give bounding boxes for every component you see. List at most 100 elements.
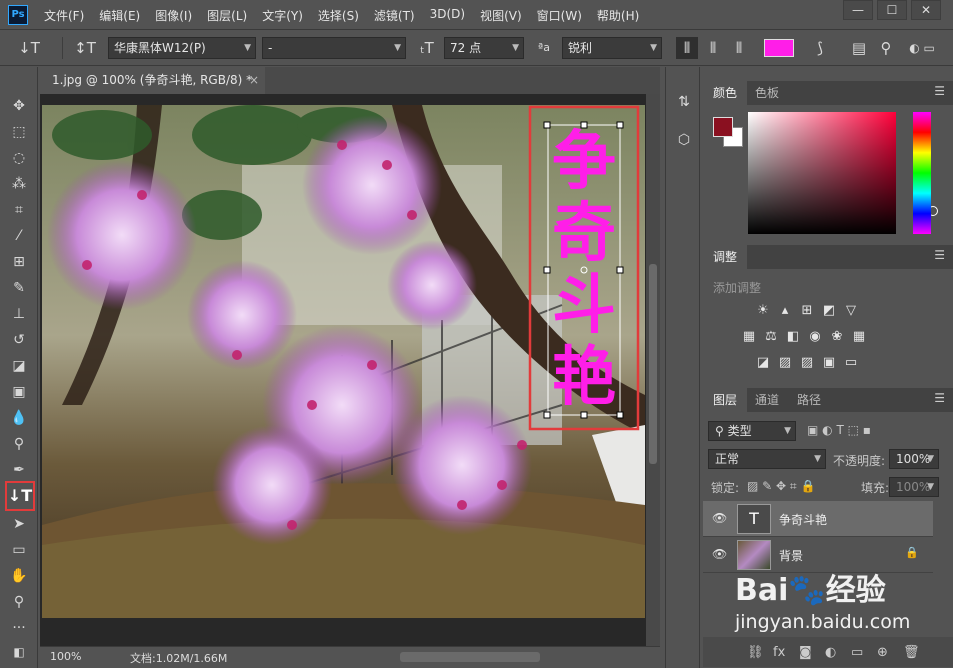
history-brush-tool-icon[interactable]: ↺ — [7, 329, 31, 351]
blend-mode-select[interactable]: 正常 ▼ — [708, 449, 826, 469]
link-icon[interactable]: ⛓ — [747, 645, 764, 660]
trash-icon[interactable]: 🗑 — [903, 645, 920, 660]
fill-input[interactable]: 100% ▼ — [889, 477, 939, 497]
menu-edit[interactable]: 编辑(E) — [99, 7, 140, 24]
antialias-select[interactable]: 锐利 ▼ — [562, 37, 662, 59]
character-panel-icon[interactable]: ▤ — [848, 37, 870, 59]
levels-icon[interactable]: ▴ — [777, 303, 793, 319]
photo-filter-icon[interactable]: ◉ — [807, 329, 823, 345]
close-window-button[interactable]: ✕ — [911, 0, 941, 20]
eye-icon[interactable]: 👁 — [712, 547, 727, 561]
workspace-icon[interactable]: ◐ ▭ — [898, 37, 946, 59]
pen-tool-icon[interactable]: ✒ — [7, 459, 31, 481]
close-tab-icon[interactable]: × — [249, 67, 259, 93]
curves-icon[interactable]: ⊞ — [799, 303, 815, 319]
align-left-icon[interactable]: ⦀ — [676, 37, 698, 59]
menu-3d[interactable]: 3D(D) — [430, 7, 465, 24]
zoom-level[interactable]: 100% — [50, 650, 81, 663]
text-orientation-icon[interactable]: ↕T — [72, 37, 98, 59]
panel-menu-icon[interactable]: ☰ — [934, 248, 945, 262]
text-color-swatch[interactable] — [764, 39, 794, 57]
menu-layer[interactable]: 图层(L) — [207, 7, 247, 24]
tab-channels[interactable]: 通道 — [745, 388, 789, 412]
hsl-icon[interactable]: ▦ — [741, 329, 757, 345]
blur-tool-icon[interactable]: 💧 — [7, 407, 31, 429]
horizontal-scrollbar[interactable] — [400, 652, 540, 662]
vertical-type-tool-icon[interactable]: ↓T — [5, 481, 35, 511]
marquee-tool-icon[interactable]: ⬚ — [7, 121, 31, 143]
channel-mixer-icon[interactable]: ❀ — [829, 329, 845, 345]
search-icon[interactable]: ⚲ — [876, 37, 896, 59]
vertical-scrollbar[interactable] — [646, 94, 660, 646]
eyedropper-tool-icon[interactable]: ⁄ — [7, 225, 31, 247]
brush-tool-icon[interactable]: ✎ — [7, 277, 31, 299]
menu-filter[interactable]: 滤镜(T) — [374, 7, 415, 24]
move-tool-icon[interactable]: ✥ — [7, 95, 31, 117]
invert-icon[interactable]: ◪ — [755, 355, 771, 371]
hue-slider[interactable] — [913, 112, 931, 234]
align-right-icon[interactable]: ⦀ — [728, 37, 750, 59]
opacity-input[interactable]: 100% ▼ — [889, 449, 939, 469]
menu-view[interactable]: 视图(V) — [480, 7, 522, 24]
filter-icons[interactable]: ▣ ◐ T ⬚ ▪ — [807, 423, 871, 437]
tool-preset-icon[interactable]: ↓T — [14, 37, 44, 59]
canvas-image[interactable]: 争奇斗艳 — [42, 105, 645, 618]
adjustment-layer-icon[interactable]: ◐ — [825, 645, 836, 660]
tab-adjustments[interactable]: 调整 — [703, 245, 748, 269]
minimize-button[interactable]: — — [843, 0, 873, 20]
healing-brush-tool-icon[interactable]: ⊞ — [7, 251, 31, 273]
font-size-select[interactable]: 72 点 ▼ — [444, 37, 524, 59]
dodge-tool-icon[interactable]: ⚲ — [7, 433, 31, 455]
brightness-icon[interactable]: ☀ — [755, 303, 771, 319]
align-center-icon[interactable]: ⦀ — [702, 37, 724, 59]
rectangle-tool-icon[interactable]: ▭ — [7, 539, 31, 561]
tab-color[interactable]: 颜色 — [703, 81, 748, 105]
fx-icon[interactable]: fx — [773, 645, 785, 660]
color-balance-icon[interactable]: ⚖ — [763, 329, 779, 345]
menu-file[interactable]: 文件(F) — [44, 7, 84, 24]
tab-layers[interactable]: 图层 — [703, 388, 748, 412]
gradient-tool-icon[interactable]: ▣ — [7, 381, 31, 403]
layer-name[interactable]: 争奇斗艳 — [779, 511, 827, 528]
color-swatches-icon[interactable]: ◧ — [7, 641, 31, 663]
gradient-map-icon[interactable]: ▣ — [821, 355, 837, 371]
threshold-icon[interactable]: ▨ — [799, 355, 815, 371]
layer-name[interactable]: 背景 — [779, 547, 803, 564]
tab-swatches[interactable]: 色板 — [745, 81, 789, 105]
selective-color-icon[interactable]: ▭ — [843, 355, 859, 371]
posterize-icon[interactable]: ▨ — [777, 355, 793, 371]
path-select-tool-icon[interactable]: ➤ — [7, 513, 31, 535]
eye-icon[interactable]: 👁 — [712, 511, 727, 525]
lasso-tool-icon[interactable]: ◌ — [7, 147, 31, 169]
menu-image[interactable]: 图像(I) — [155, 7, 192, 24]
foreground-color-swatch[interactable] — [713, 117, 733, 137]
menu-type[interactable]: 文字(Y) — [262, 7, 303, 24]
font-style-select[interactable]: - ▼ — [262, 37, 406, 59]
more-tools-icon[interactable]: ··· — [7, 617, 31, 639]
document-tab[interactable]: 1.jpg @ 100% (争奇斗艳, RGB/8) * × — [40, 67, 265, 94]
history-panel-icon[interactable]: ⇅ — [673, 91, 695, 113]
canvas-area[interactable]: 争奇斗艳 — [40, 94, 660, 646]
panel-menu-icon[interactable]: ☰ — [934, 84, 945, 98]
document-size[interactable]: 文档:1.02M/1.66M — [130, 650, 227, 666]
color-lookup-icon[interactable]: ▦ — [851, 329, 867, 345]
zoom-tool-icon[interactable]: ⚲ — [7, 591, 31, 613]
maximize-button[interactable]: ☐ — [877, 0, 907, 20]
tab-paths[interactable]: 路径 — [787, 388, 831, 412]
mask-icon[interactable]: ◙ — [799, 645, 812, 660]
vibrance-icon[interactable]: ▽ — [843, 303, 859, 319]
hand-tool-icon[interactable]: ✋ — [7, 565, 31, 587]
panel-menu-icon[interactable]: ☰ — [934, 391, 945, 405]
layer-row-text[interactable]: 👁 T 争奇斗艳 — [703, 501, 933, 537]
black-white-icon[interactable]: ◧ — [785, 329, 801, 345]
crop-tool-icon[interactable]: ⌗ — [7, 199, 31, 221]
exposure-icon[interactable]: ◩ — [821, 303, 837, 319]
stamp-tool-icon[interactable]: ⊥ — [7, 303, 31, 325]
group-icon[interactable]: ▭ — [851, 645, 863, 660]
3d-panel-icon[interactable]: ⬡ — [673, 129, 695, 151]
layer-filter-select[interactable]: ⚲ 类型 ▼ — [708, 421, 796, 441]
new-layer-icon[interactable]: ⊕ — [877, 645, 888, 660]
quick-select-tool-icon[interactable]: ⁂ — [7, 173, 31, 195]
font-family-select[interactable]: 华康黑体W12(P) ▼ — [108, 37, 256, 59]
eraser-tool-icon[interactable]: ◪ — [7, 355, 31, 377]
